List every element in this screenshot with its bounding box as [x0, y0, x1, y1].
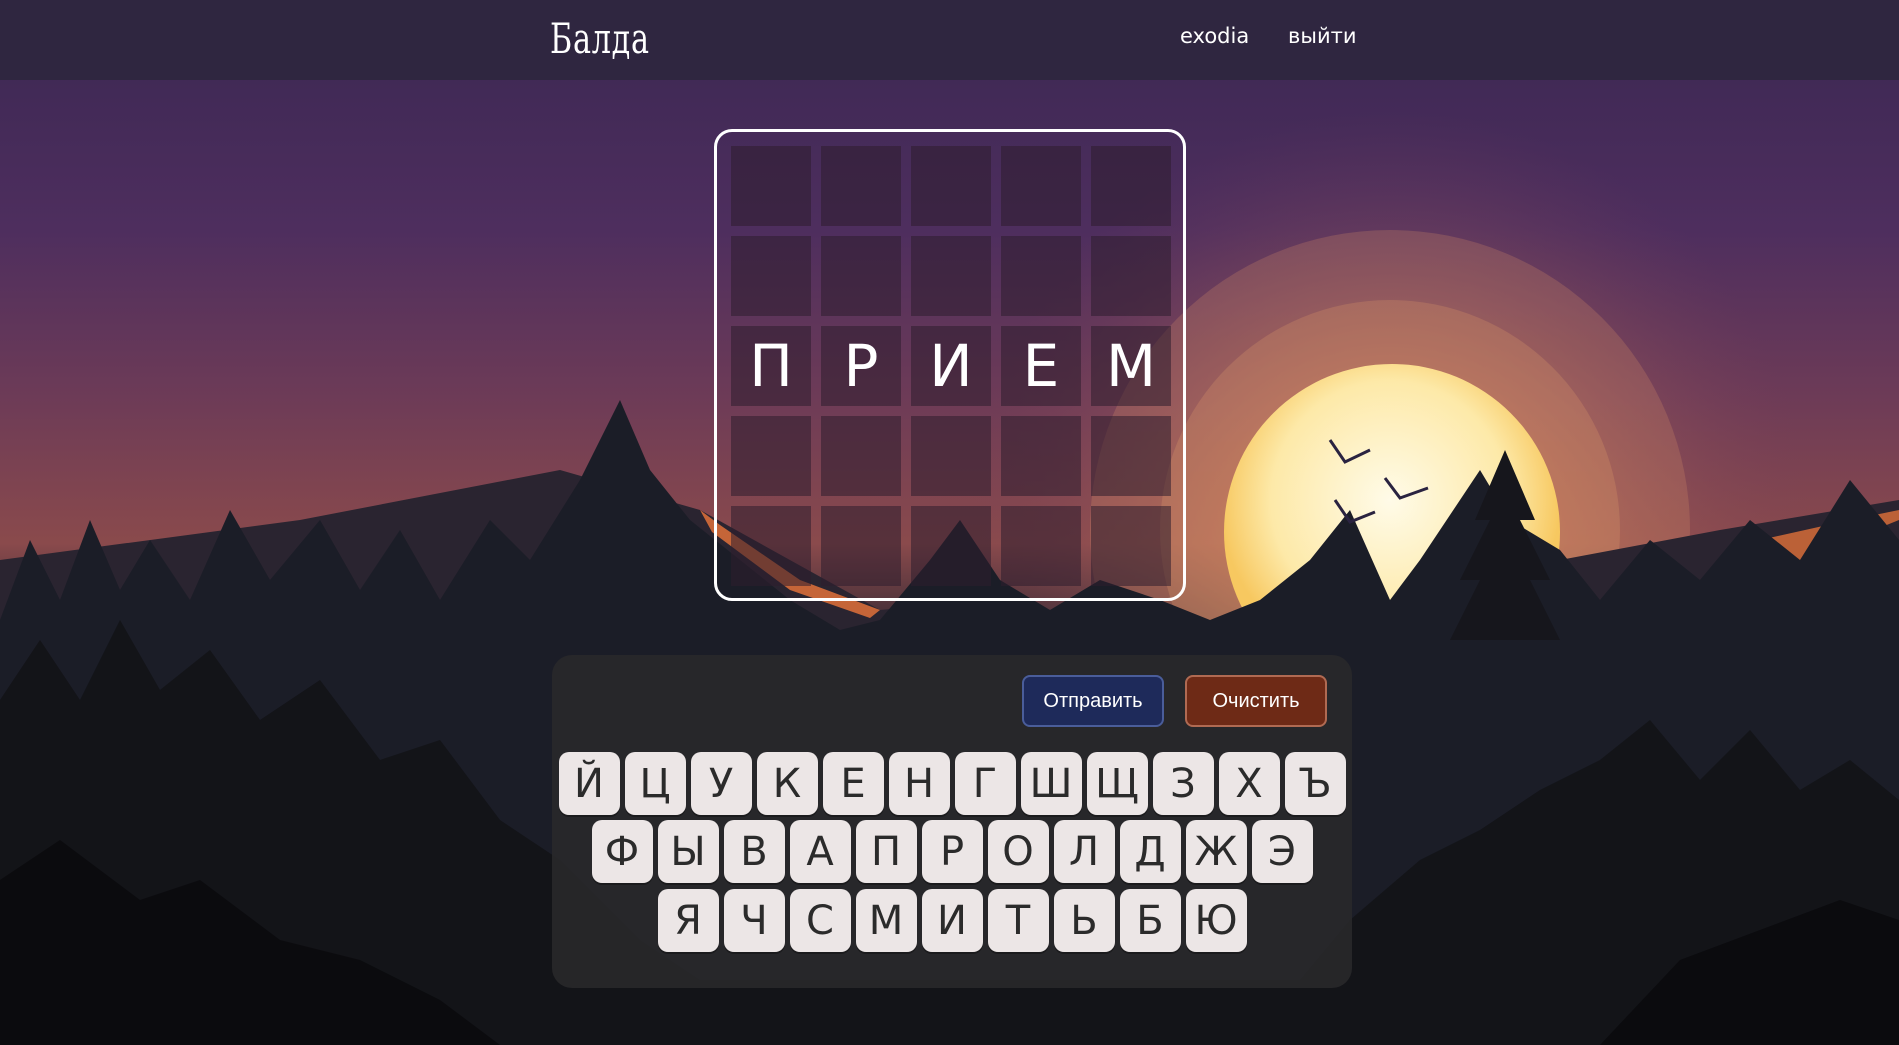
- key-letter[interactable]: Ц: [624, 752, 686, 815]
- key-letter[interactable]: О: [987, 820, 1049, 883]
- top-navigation-bar: Балда exodia выйти: [0, 0, 1899, 80]
- logout-link[interactable]: выйти: [1288, 24, 1357, 48]
- key-letter[interactable]: Ь: [1053, 889, 1115, 952]
- key-letter[interactable]: Э: [1251, 820, 1313, 883]
- key-letter[interactable]: С: [789, 889, 851, 952]
- key-letter[interactable]: И: [921, 889, 983, 952]
- key-letter[interactable]: Б: [1119, 889, 1181, 952]
- board-cell[interactable]: [1001, 506, 1081, 586]
- board-cell[interactable]: [731, 146, 811, 226]
- key-letter[interactable]: Г: [954, 752, 1016, 815]
- board-cell[interactable]: [731, 416, 811, 496]
- board-cell[interactable]: [731, 506, 811, 586]
- board-cell[interactable]: [731, 236, 811, 316]
- board-cell[interactable]: [1091, 416, 1171, 496]
- key-letter[interactable]: Ю: [1185, 889, 1247, 952]
- key-letter[interactable]: Ф: [591, 820, 653, 883]
- board-cell[interactable]: [1001, 236, 1081, 316]
- board-cell[interactable]: И: [911, 326, 991, 406]
- key-letter[interactable]: Щ: [1086, 752, 1148, 815]
- game-board: ПРИЕМ: [714, 129, 1186, 601]
- key-letter[interactable]: Я: [657, 889, 719, 952]
- keyboard-row-3: ЯЧСМИТЬБЮ: [552, 889, 1352, 952]
- key-letter[interactable]: Л: [1053, 820, 1115, 883]
- key-letter[interactable]: Е: [822, 752, 884, 815]
- key-letter[interactable]: Х: [1218, 752, 1280, 815]
- board-cell[interactable]: [911, 416, 991, 496]
- board-cell[interactable]: [1091, 236, 1171, 316]
- board-cell[interactable]: [1091, 506, 1171, 586]
- input-panel: Отправить Очистить ЙЦУКЕНГШЩЗХЪ ФЫВАПРОЛ…: [552, 655, 1352, 988]
- key-letter[interactable]: Ч: [723, 889, 785, 952]
- key-letter[interactable]: Т: [987, 889, 1049, 952]
- key-letter[interactable]: В: [723, 820, 785, 883]
- key-letter[interactable]: Н: [888, 752, 950, 815]
- board-cell[interactable]: [911, 506, 991, 586]
- username-link[interactable]: exodia: [1180, 24, 1249, 48]
- board-cell[interactable]: [821, 506, 901, 586]
- key-letter[interactable]: Й: [558, 752, 620, 815]
- key-letter[interactable]: К: [756, 752, 818, 815]
- clear-button[interactable]: Очистить: [1185, 675, 1327, 727]
- submit-button[interactable]: Отправить: [1022, 675, 1164, 727]
- key-letter[interactable]: Р: [921, 820, 983, 883]
- key-letter[interactable]: У: [690, 752, 752, 815]
- board-cell[interactable]: [911, 146, 991, 226]
- keyboard-row-2: ФЫВАПРОЛДЖЭ: [552, 820, 1352, 883]
- board-cell[interactable]: [821, 236, 901, 316]
- key-letter[interactable]: Д: [1119, 820, 1181, 883]
- board-cell[interactable]: [1091, 146, 1171, 226]
- key-letter[interactable]: Ж: [1185, 820, 1247, 883]
- keyboard-row-1: ЙЦУКЕНГШЩЗХЪ: [552, 752, 1352, 815]
- board-cell[interactable]: М: [1091, 326, 1171, 406]
- board-cell[interactable]: Р: [821, 326, 901, 406]
- key-letter[interactable]: Ъ: [1284, 752, 1346, 815]
- board-cell[interactable]: [1001, 146, 1081, 226]
- key-letter[interactable]: А: [789, 820, 851, 883]
- key-letter[interactable]: М: [855, 889, 917, 952]
- app-logo[interactable]: Балда: [550, 14, 650, 63]
- key-letter[interactable]: Ш: [1020, 752, 1082, 815]
- board-cell[interactable]: [1001, 416, 1081, 496]
- key-letter[interactable]: З: [1152, 752, 1214, 815]
- board-cell[interactable]: [911, 236, 991, 316]
- board-cell[interactable]: [821, 146, 901, 226]
- key-letter[interactable]: Ы: [657, 820, 719, 883]
- board-cell[interactable]: [821, 416, 901, 496]
- board-cell[interactable]: Е: [1001, 326, 1081, 406]
- key-letter[interactable]: П: [855, 820, 917, 883]
- board-cell[interactable]: П: [731, 326, 811, 406]
